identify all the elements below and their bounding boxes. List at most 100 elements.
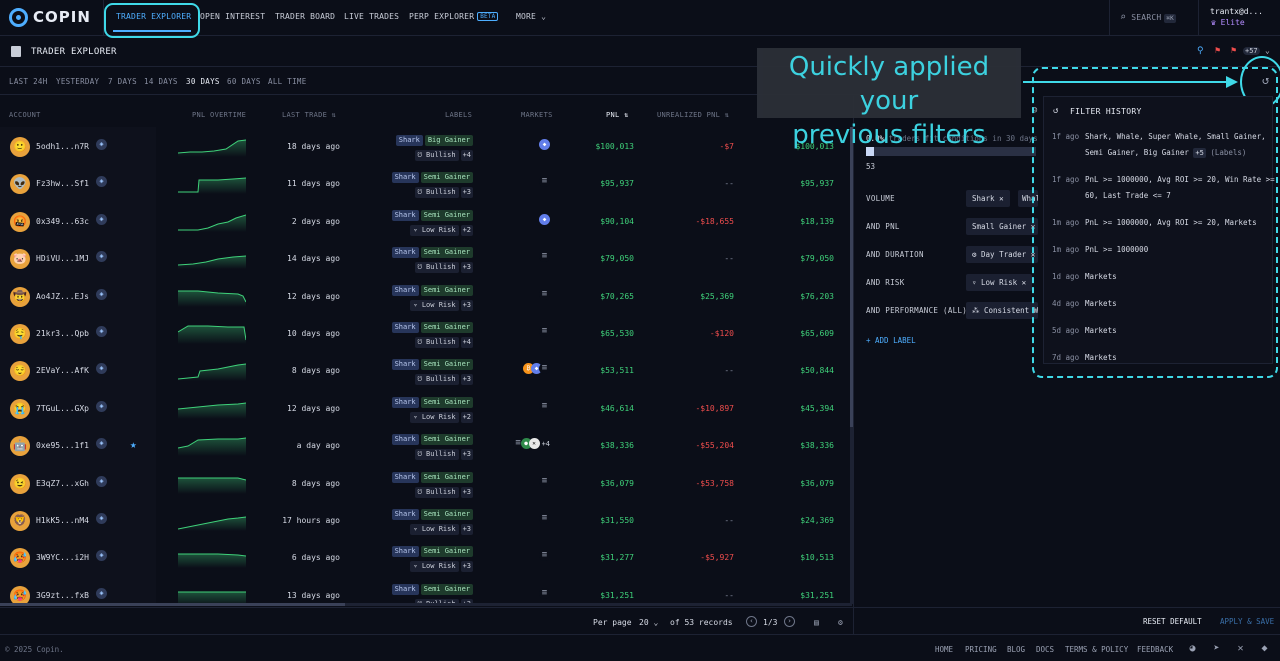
more-labels-badge[interactable]: +3 [460, 524, 473, 535]
table-row[interactable]: 🙂 5odh1...n7R ◈ 18 days ago Shark Big Gainer ☋… [0, 127, 852, 164]
account-address[interactable]: H1kK5...nM4 [36, 516, 89, 525]
account-address[interactable]: 5odh1...n7R [36, 142, 89, 151]
table-row[interactable]: 😭 7TGuL...GXp ◈ 12 days ago Shark Semi Gainer… [0, 389, 852, 426]
col-pnl[interactable]: PNL ⇅ [606, 111, 629, 119]
table-row[interactable]: 👽 Fz3hw...Sf1 ◈ 11 days ago Shark Semi Gainer… [0, 164, 852, 201]
account-address[interactable]: HDiVU...1MJ [36, 254, 89, 263]
star-icon[interactable]: ★ [130, 438, 137, 451]
history-item[interactable]: 1m ago PnL >= 1000000, Avg ROI >= 20, Ma… [1052, 218, 1272, 234]
timeframe-60-days[interactable]: 60 DAYS [227, 77, 261, 86]
account-address[interactable]: Fz3hw...Sf1 [36, 179, 89, 188]
per-page-select[interactable]: 20 ⌄ [639, 618, 658, 627]
table-row[interactable]: 🤤 21kr3...Qpb ◈ 10 days ago Shark Semi Gainer… [0, 314, 852, 351]
footer-link-feedback[interactable]: FEEDBACK [1137, 645, 1173, 654]
timeframe-14-days[interactable]: 14 DAYS [144, 77, 178, 86]
timeframe-all-time[interactable]: ALL TIME [268, 77, 307, 86]
more-labels-badge[interactable]: +3 [460, 486, 473, 498]
next-page-button[interactable]: › [784, 616, 795, 627]
label-text: Low Risk [421, 225, 456, 234]
close-icon[interactable]: ✕ [1022, 278, 1027, 287]
table-row[interactable]: 🦁 H1kK5...nM4 ◈ 17 hours ago Shark Semi Gaine… [0, 501, 852, 538]
chip-consistent-win[interactable]: ⁂ Consistent Win [966, 302, 1038, 319]
more-labels-badge[interactable]: +3 [460, 449, 473, 461]
history-item[interactable]: 7d ago Markets [1052, 353, 1272, 365]
more-labels-badge[interactable]: +4 [460, 150, 473, 161]
nav-trader-board[interactable]: TRADER BOARD [275, 12, 335, 21]
table-row[interactable]: 🤬 0x349...63c ◈ 2 days ago Shark Semi Gainer ▿… [0, 202, 852, 239]
table-row[interactable]: 😉 E3qZ7...xGh ◈ 8 days ago Shark Semi Gainer ☋… [0, 464, 852, 501]
nav-live-trades[interactable]: LIVE TRADES [344, 12, 399, 21]
footer-link-docs[interactable]: DOCS [1036, 645, 1054, 654]
apply-save-button[interactable]: APPLY & SAVE [1220, 617, 1274, 626]
more-labels-badge[interactable]: +3 [460, 262, 473, 274]
account-address[interactable]: 3G9zt...fxB [36, 591, 89, 600]
timeframe-30-days[interactable]: 30 DAYS [186, 77, 220, 86]
chevron-down-icon[interactable]: ⌄ [1265, 46, 1270, 55]
footer-link-terms[interactable]: TERMS & POLICY [1065, 645, 1128, 654]
history-item[interactable]: 5d ago Markets [1052, 326, 1272, 342]
history-item[interactable]: 1f ago Shark, Whale, Super Whale, Small … [1052, 132, 1272, 164]
labels-cell: Shark Semi Gainer ▿ Low Risk +2 [330, 209, 473, 240]
timeframe-7-days[interactable]: 7 DAYS [108, 77, 137, 86]
chip-day-trader[interactable]: ⚙ Day Trader ✕ [966, 246, 1038, 263]
account-address[interactable]: Ao4JZ...EJs [36, 292, 89, 301]
more-labels-badge[interactable]: +3 [460, 374, 473, 386]
account-address[interactable]: 21kr3...Qpb [36, 329, 89, 338]
col-last-trade[interactable]: LAST TRADE ⇅ [282, 111, 336, 119]
horizontal-scrollbar-thumb[interactable] [0, 603, 345, 606]
protocol-count-badge[interactable]: +57 [1243, 47, 1260, 55]
more-labels-badge[interactable]: +3 [460, 187, 473, 199]
more-labels-badge[interactable]: +4 [460, 337, 473, 348]
copin-logo[interactable]: COPIN [9, 7, 91, 27]
timeframe-yesterday[interactable]: YESTERDAY [56, 77, 99, 86]
account-address[interactable]: E3qZ7...xGh [36, 479, 89, 488]
close-icon[interactable]: ✕ [999, 194, 1004, 203]
discord-icon[interactable]: ◕ [1187, 643, 1198, 654]
github-icon[interactable]: ◆ [1259, 643, 1270, 654]
prev-page-button[interactable]: ‹ [746, 616, 757, 627]
col-unrealized-pnl[interactable]: UNREALIZED PNL ⇅ [657, 111, 729, 119]
table-row[interactable]: 🥵 3W9YC...i2H ◈ 6 days ago Shark Semi Gainer ▿… [0, 538, 852, 575]
account-address[interactable]: 0xe95...1f1 [36, 441, 89, 450]
reset-default-button[interactable]: RESET DEFAULT [1143, 617, 1202, 626]
more-labels-badge[interactable]: +2 [460, 411, 473, 423]
nav-more[interactable]: MORE ⌄ [516, 12, 546, 21]
table-row[interactable]: 😌 2EVaY...AfK ◈ 8 days ago Shark Semi Gainer ☋… [0, 351, 852, 388]
footer-link-pricing[interactable]: PRICING [965, 645, 997, 654]
account-address[interactable]: 2EVaY...AfK [36, 366, 89, 375]
more-labels-badge[interactable]: +3 [460, 299, 473, 311]
account-address[interactable]: 3W9YC...i2H [36, 553, 89, 562]
history-item[interactable]: 1d ago Markets [1052, 272, 1272, 288]
nav-open-interest[interactable]: OPEN INTEREST [200, 12, 265, 21]
label-tag: ☋ Bullish [414, 262, 459, 274]
table-row[interactable]: 🐷 HDiVU...1MJ ◈ 14 days ago Shark Semi Gainer… [0, 239, 852, 276]
timeframe-last-24h[interactable]: LAST 24H [9, 77, 48, 86]
nav-trader-explorer[interactable]: TRADER EXPLORER [116, 12, 191, 21]
more-labels-badge[interactable]: +3 [460, 561, 473, 573]
chip-shark[interactable]: Shark ✕ [966, 190, 1010, 207]
account-address[interactable]: 0x349...63c [36, 217, 89, 226]
x-twitter-icon[interactable]: ✕ [1235, 643, 1246, 654]
history-item[interactable]: 1f ago PnL >= 1000000, Avg ROI >= 20, Wi… [1052, 175, 1275, 207]
table-row[interactable]: 🤖 0xe95...1f1 ◈ ★ a day ago Shark Semi Gainer ☋… [0, 426, 852, 463]
more-labels-badge[interactable]: +2 [460, 224, 473, 236]
footer-link-blog[interactable]: BLOG [1007, 645, 1025, 654]
nav-perp-explorer[interactable]: PERP EXPLORER BETA [409, 12, 499, 21]
more-markets-badge[interactable]: +4 [542, 440, 550, 448]
footer-link-home[interactable]: HOME [935, 645, 953, 654]
chip-low-risk[interactable]: ▿ Low Risk ✕ [966, 274, 1033, 291]
history-item[interactable]: 4d ago Markets [1052, 299, 1272, 315]
telegram-icon[interactable]: ➤ [1211, 643, 1222, 654]
chip-small-gainer[interactable]: Small Gainer ✕ [966, 218, 1038, 235]
settings-icon[interactable]: ⚙ [838, 618, 843, 627]
user-email[interactable]: trantx@d... [1210, 7, 1263, 16]
table-row[interactable]: 🥵 3G9zt...fxB ◈ 13 days ago Shark Semi Gainer… [0, 576, 852, 604]
history-item[interactable]: 1m ago PnL >= 1000000 [1052, 245, 1272, 261]
csv-download-icon[interactable]: ▤ [814, 618, 819, 627]
account-address[interactable]: 7TGuL...GXp [36, 404, 89, 413]
search-button[interactable]: ⌕ SEARCH ⌘K [1120, 12, 1176, 23]
markets-cell: ≡ [478, 475, 550, 489]
table-row[interactable]: 🤠 Ao4JZ...EJs ◈ 12 days ago Shark Semi Gainer… [0, 277, 852, 314]
add-label-button[interactable]: + ADD LABEL [866, 336, 916, 345]
label-icon: ▿ [413, 225, 418, 234]
